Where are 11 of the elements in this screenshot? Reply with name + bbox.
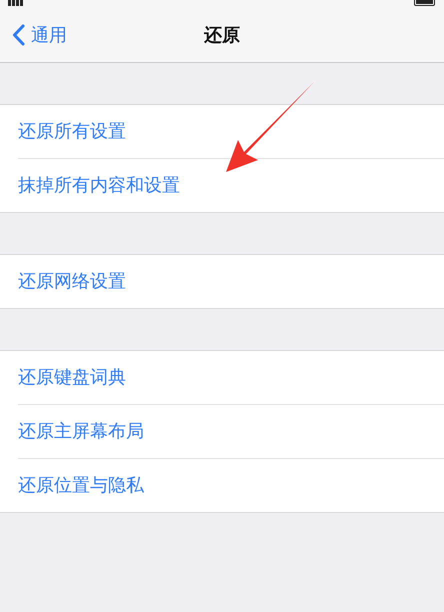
battery-icon xyxy=(414,0,436,6)
reset-option[interactable]: 还原位置与隐私 xyxy=(18,459,444,512)
back-button[interactable]: 通用 xyxy=(0,23,67,47)
reset-option[interactable]: 还原键盘词典 xyxy=(18,351,444,405)
chevron-left-icon xyxy=(12,24,25,46)
reset-option[interactable]: 还原主屏幕布局 xyxy=(18,405,444,459)
reset-option[interactable]: 还原网络设置 xyxy=(18,255,444,308)
reset-option[interactable]: 抹掉所有内容和设置 xyxy=(18,159,444,212)
nav-title: 还原 xyxy=(204,24,240,47)
signal-icon xyxy=(8,0,24,6)
back-label: 通用 xyxy=(31,24,67,47)
